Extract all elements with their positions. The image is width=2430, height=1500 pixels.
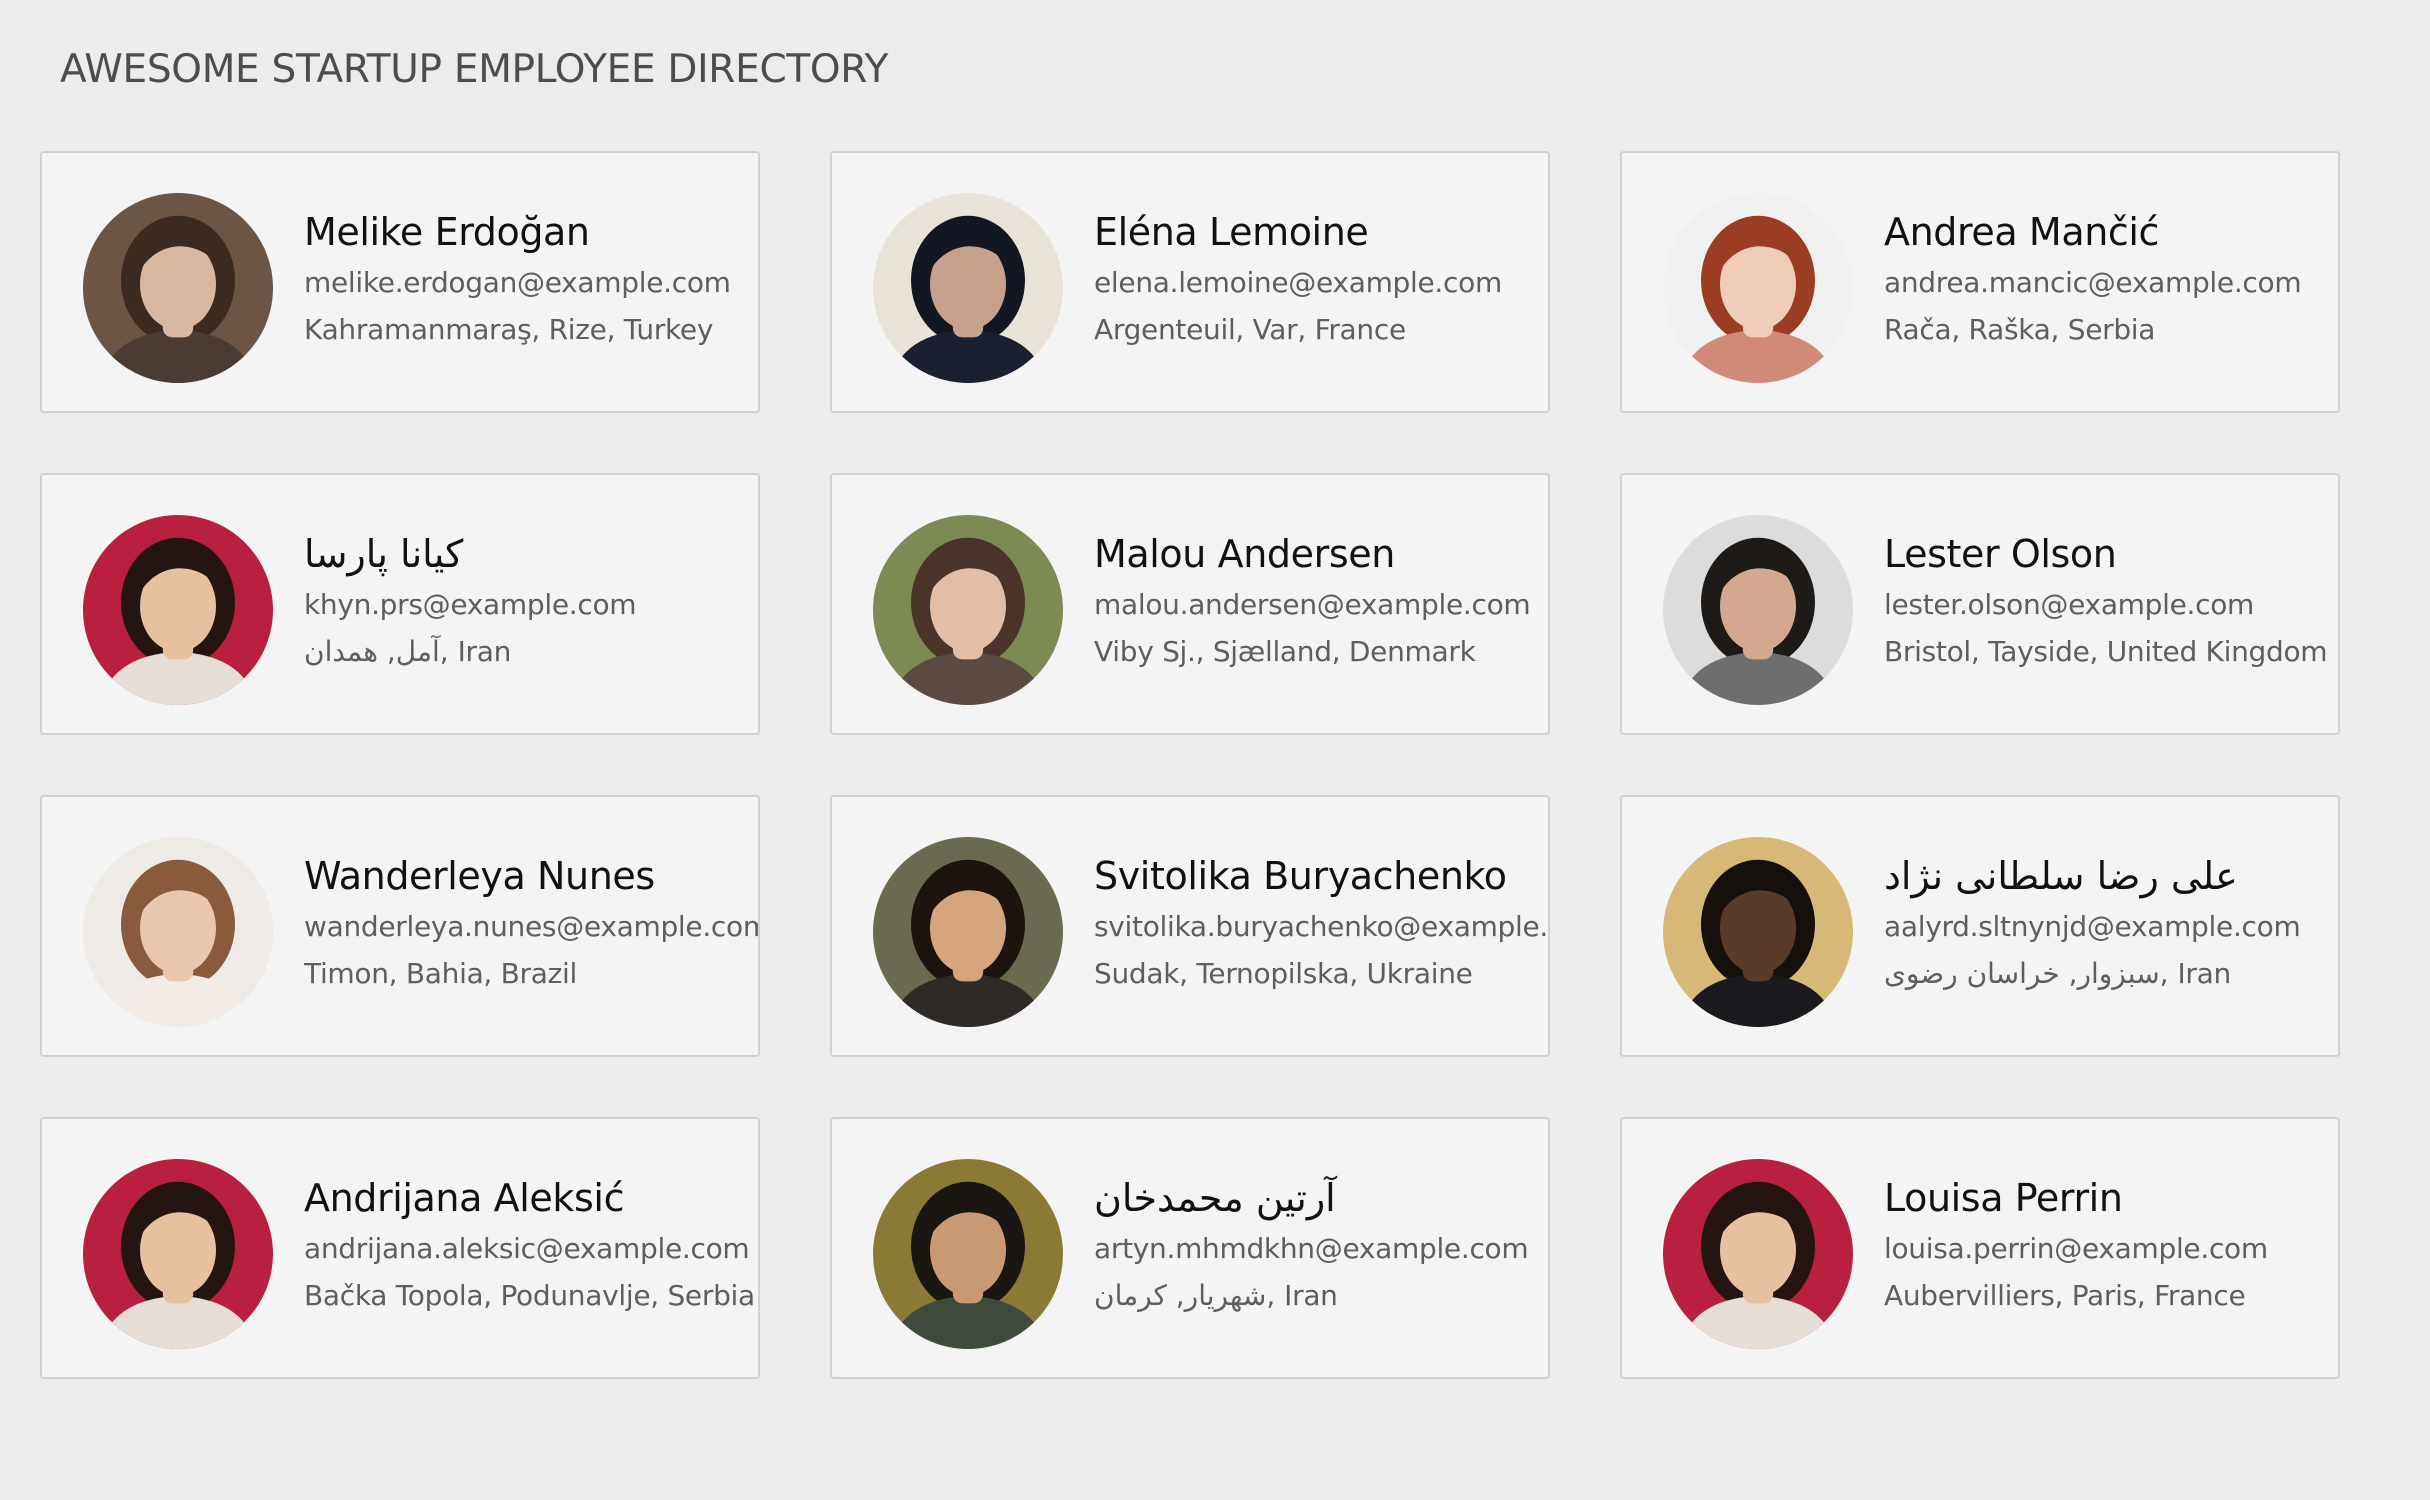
employee-gallery: Melike Erdoğan melike.erdogan@example.co…	[40, 151, 2340, 1379]
employee-email: artyn.mhmdkhn@example.com	[1094, 1232, 1529, 1265]
avatar-photo	[1663, 1159, 1853, 1349]
employee-email: elena.lemoine@example.com	[1094, 266, 1502, 299]
employee-info: Andrea Mančić andrea.mancic@example.com …	[1884, 207, 2338, 348]
employee-card[interactable]: Andrea Mančić andrea.mancic@example.com …	[1620, 151, 2340, 413]
employee-avatar	[83, 837, 273, 1027]
employee-avatar	[83, 193, 273, 383]
employee-info: Lester Olson lester.olson@example.com Br…	[1884, 529, 2338, 670]
avatar-photo	[1663, 193, 1853, 383]
employee-location: Aubervilliers, Paris, France	[1884, 1279, 2246, 1312]
employee-info: آرتين محمدخان artyn.mhmdkhn@example.com …	[1094, 1173, 1548, 1314]
employee-location: Argenteuil, Var, France	[1094, 313, 1406, 346]
employee-name: كيانا پارسا	[304, 532, 464, 576]
employee-name: Andrea Mančić	[1884, 210, 2160, 254]
employee-name: Melike Erdoğan	[304, 210, 590, 254]
employee-info: Malou Andersen malou.andersen@example.co…	[1094, 529, 1548, 670]
employee-avatar	[83, 1159, 273, 1349]
employee-name: Louisa Perrin	[1884, 1176, 2123, 1220]
employee-avatar	[1663, 193, 1853, 383]
employee-email: louisa.perrin@example.com	[1884, 1232, 2268, 1265]
avatar-photo	[83, 515, 273, 705]
employee-card[interactable]: Wanderleya Nunes wanderleya.nunes@exampl…	[40, 795, 760, 1057]
employee-card[interactable]: Melike Erdoğan melike.erdogan@example.co…	[40, 151, 760, 413]
employee-info: Andrijana Aleksić andrijana.aleksic@exam…	[304, 1173, 758, 1314]
employee-avatar	[873, 1159, 1063, 1349]
employee-card[interactable]: على رضا سلطانى نژاد aalyrd.sltnynjd@exam…	[1620, 795, 2340, 1057]
avatar-photo	[873, 515, 1063, 705]
avatar-photo	[1663, 515, 1853, 705]
employee-avatar	[1663, 1159, 1853, 1349]
employee-card[interactable]: Eléna Lemoine elena.lemoine@example.com …	[830, 151, 1550, 413]
employee-avatar	[873, 515, 1063, 705]
employee-email: malou.andersen@example.com	[1094, 588, 1531, 621]
employee-name: Eléna Lemoine	[1094, 210, 1369, 254]
employee-email: wanderleya.nunes@example.com	[304, 910, 760, 943]
avatar-photo	[873, 837, 1063, 1027]
employee-info: Wanderleya Nunes wanderleya.nunes@exampl…	[304, 851, 758, 992]
employee-info: Melike Erdoğan melike.erdogan@example.co…	[304, 207, 758, 348]
employee-card[interactable]: Lester Olson lester.olson@example.com Br…	[1620, 473, 2340, 735]
employee-location: Sudak, Ternopilska, Ukraine	[1094, 957, 1473, 990]
employee-name: Andrijana Aleksić	[304, 1176, 625, 1220]
avatar-photo	[83, 837, 273, 1027]
avatar-photo	[873, 1159, 1063, 1349]
employee-location: سبزوار, خراسان رضوى, Iran	[1884, 957, 2231, 990]
employee-name: آرتين محمدخان	[1094, 1176, 1336, 1220]
avatar-photo	[83, 1159, 273, 1349]
employee-name: Lester Olson	[1884, 532, 2117, 576]
employee-name: Svitolika Buryachenko	[1094, 854, 1507, 898]
avatar-photo	[873, 193, 1063, 383]
employee-avatar	[83, 515, 273, 705]
employee-card[interactable]: Louisa Perrin louisa.perrin@example.com …	[1620, 1117, 2340, 1379]
employee-email: melike.erdogan@example.com	[304, 266, 731, 299]
employee-email: lester.olson@example.com	[1884, 588, 2255, 621]
avatar-photo	[83, 193, 273, 383]
employee-info: على رضا سلطانى نژاد aalyrd.sltnynjd@exam…	[1884, 851, 2338, 992]
employee-card[interactable]: Andrijana Aleksić andrijana.aleksic@exam…	[40, 1117, 760, 1379]
employee-card[interactable]: Svitolika Buryachenko svitolika.buryache…	[830, 795, 1550, 1057]
employee-location: Rača, Raška, Serbia	[1884, 313, 2156, 346]
employee-email: svitolika.buryachenko@example.com	[1094, 910, 1549, 943]
employee-avatar	[873, 193, 1063, 383]
employee-name: Wanderleya Nunes	[304, 854, 655, 898]
employee-email: khyn.prs@example.com	[304, 588, 637, 621]
employee-avatar	[1663, 515, 1853, 705]
employee-avatar	[1663, 837, 1853, 1027]
employee-location: Timon, Bahia, Brazil	[304, 957, 577, 990]
employee-info: Eléna Lemoine elena.lemoine@example.com …	[1094, 207, 1548, 348]
employee-card[interactable]: كيانا پارسا khyn.prs@example.com آمل, هم…	[40, 473, 760, 735]
employee-location: Bačka Topola, Podunavlje, Serbia	[304, 1279, 755, 1312]
employee-avatar	[873, 837, 1063, 1027]
employee-name: Malou Andersen	[1094, 532, 1395, 576]
employee-location: Viby Sj., Sjælland, Denmark	[1094, 635, 1476, 668]
employee-email: andrijana.aleksic@example.com	[304, 1232, 750, 1265]
employee-info: Svitolika Buryachenko svitolika.buryache…	[1094, 851, 1548, 992]
avatar-photo	[1663, 837, 1853, 1027]
employee-location: آمل, همدان, Iran	[304, 635, 512, 668]
employee-info: Louisa Perrin louisa.perrin@example.com …	[1884, 1173, 2338, 1314]
employee-name: على رضا سلطانى نژاد	[1884, 854, 2238, 898]
page-title: AWESOME STARTUP EMPLOYEE DIRECTORY	[60, 47, 889, 92]
employee-location: Bristol, Tayside, United Kingdom	[1884, 635, 2328, 668]
employee-location: شهريار, كرمان, Iran	[1094, 1279, 1338, 1312]
employee-info: كيانا پارسا khyn.prs@example.com آمل, هم…	[304, 529, 758, 670]
employee-email: aalyrd.sltnynjd@example.com	[1884, 910, 2301, 943]
employee-email: andrea.mancic@example.com	[1884, 266, 2302, 299]
employee-location: Kahramanmaraş, Rize, Turkey	[304, 313, 714, 346]
employee-card[interactable]: Malou Andersen malou.andersen@example.co…	[830, 473, 1550, 735]
employee-card[interactable]: آرتين محمدخان artyn.mhmdkhn@example.com …	[830, 1117, 1550, 1379]
